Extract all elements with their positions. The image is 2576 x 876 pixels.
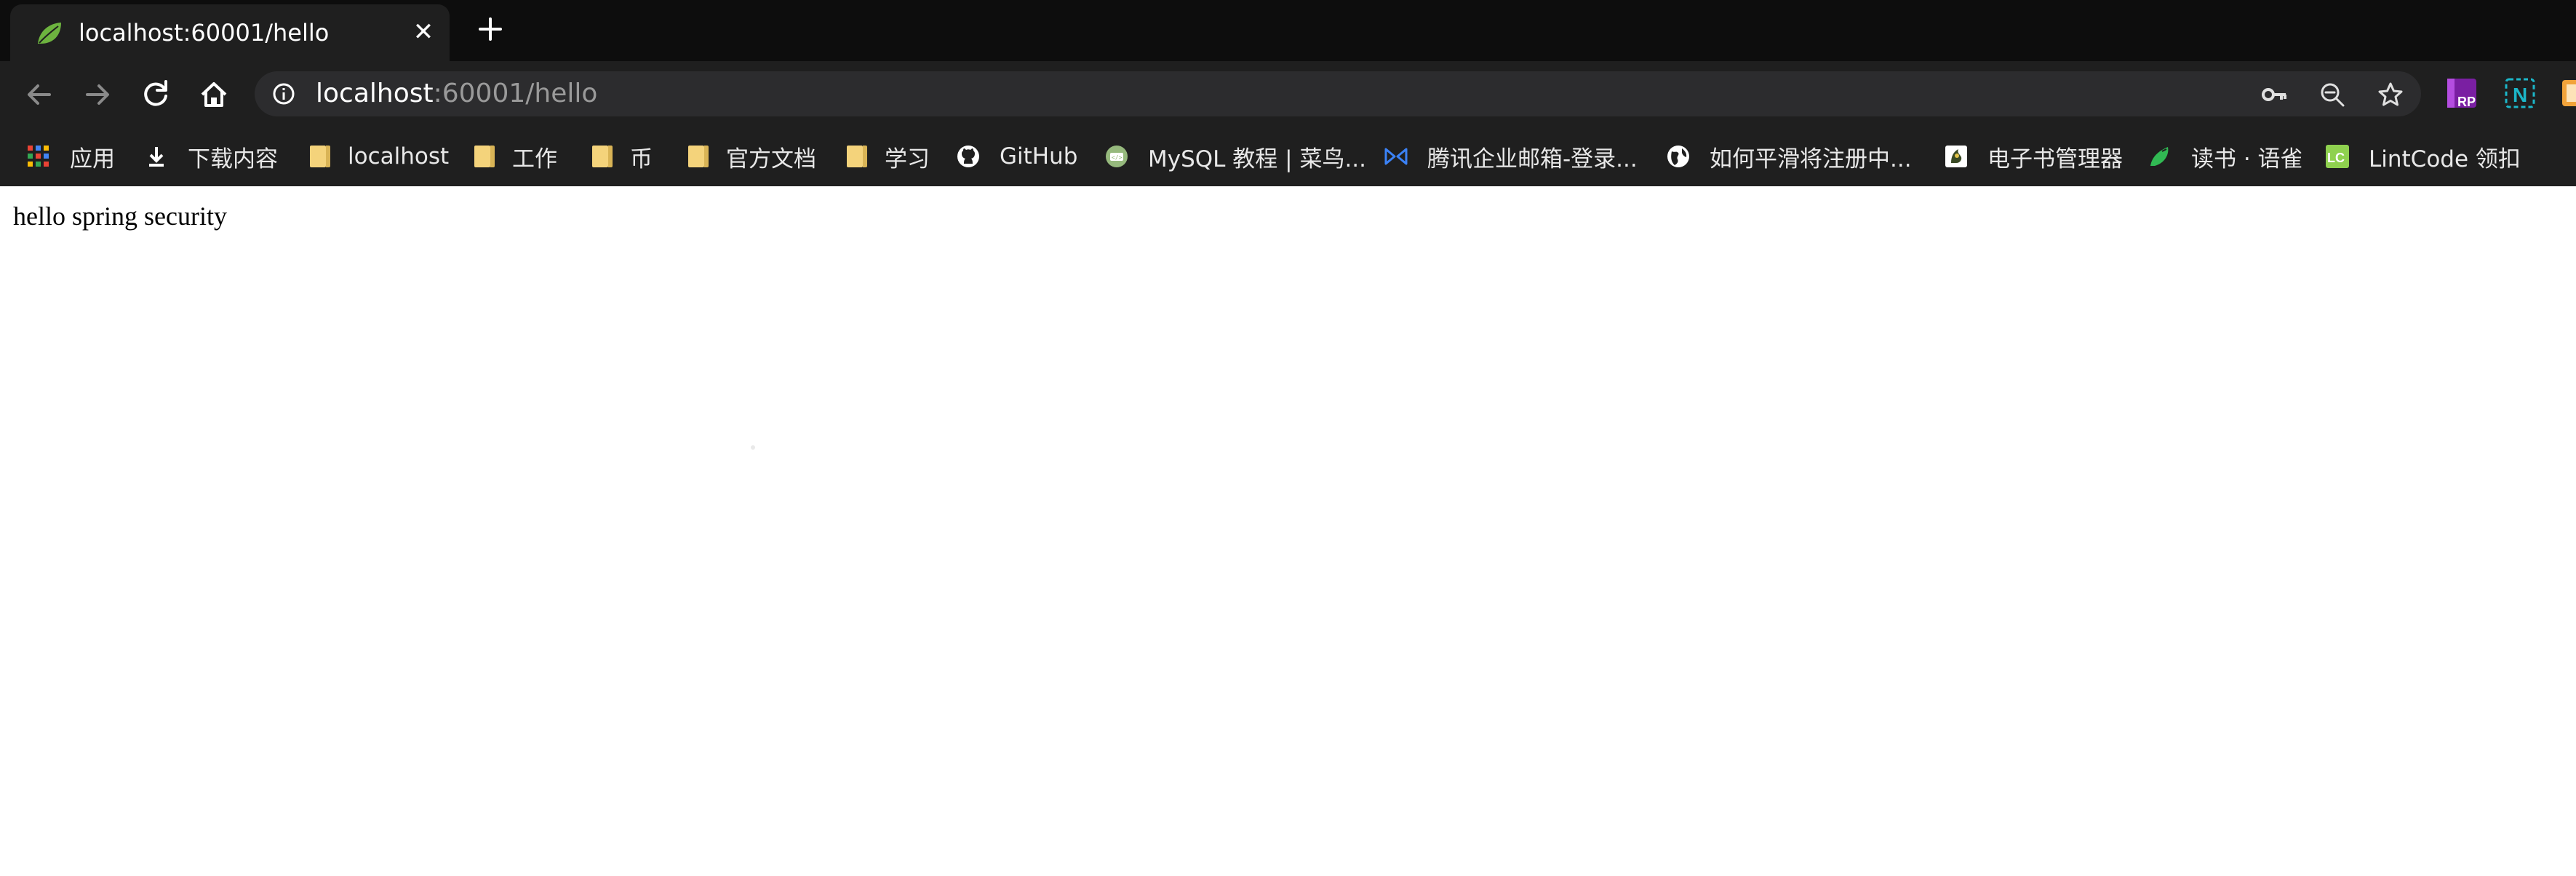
bookmark-folder-localhost[interactable]: localhost (306, 127, 449, 186)
info-icon[interactable] (272, 82, 295, 105)
tab-title: localhost:60001/hello (79, 19, 330, 47)
bookmark-label: 腾讯企业邮箱-登录... (1427, 146, 1638, 172)
tencent-mail-icon (1384, 148, 1408, 165)
bookmark-folder-coin[interactable]: 币 (588, 127, 653, 186)
browser-toolbar: localhost:60001/hello RP N (0, 61, 2576, 127)
runoob-icon: </> (1106, 146, 1128, 167)
bookmark-label: 学习 (885, 146, 930, 172)
spring-leaf-icon (38, 23, 61, 44)
bookmark-apps[interactable]: 应用 (26, 127, 115, 186)
bookmark-label: 应用 (70, 146, 115, 172)
bookmark-label: 下载内容 (188, 146, 278, 172)
bookmark-folder-work[interactable]: 工作 (470, 127, 557, 186)
star-icon[interactable] (2377, 81, 2404, 108)
zoom-out-icon[interactable] (2319, 81, 2345, 108)
bookmark-label: 电子书管理器 (1987, 146, 2123, 172)
url-path: :60001/hello (433, 79, 598, 108)
bookmark-registry-article[interactable]: 如何平滑将注册中... (1666, 127, 1912, 186)
tab-strip: localhost:60001/hello ✕ (0, 0, 2576, 61)
bookmark-yuque[interactable]: 读书 · 语雀 (2148, 127, 2303, 186)
svg-text:LC: LC (2327, 151, 2345, 165)
apps-grid-icon (28, 146, 49, 167)
bookmark-tencent-mail[interactable]: 腾讯企业邮箱-登录... (1384, 127, 1638, 186)
back-arrow-icon[interactable] (20, 76, 58, 114)
download-icon (149, 147, 164, 167)
bookmark-label: GitHub (1000, 143, 1078, 170)
ebook-icon (1945, 146, 1967, 167)
bookmark-label: 币 (630, 146, 653, 172)
bookmark-folder-study[interactable]: 学习 (842, 127, 930, 186)
bookmark-label: 如何平滑将注册中... (1710, 146, 1912, 172)
background-speck (751, 445, 755, 450)
active-tab[interactable]: localhost:60001/hello ✕ (10, 4, 450, 61)
bookmark-label: localhost (348, 143, 450, 170)
folder-icon (474, 146, 495, 167)
orange-extension-icon[interactable] (2561, 76, 2576, 111)
bookmark-label: 官方文档 (726, 146, 816, 172)
bookmark-label: LintCode 领扣 (2369, 146, 2521, 172)
page-content: hello spring security (0, 186, 2576, 876)
address-bar[interactable]: localhost:60001/hello (255, 71, 2421, 116)
rp-extension-icon[interactable]: RP (2444, 76, 2479, 111)
bookmark-downloads[interactable]: 下载内容 (144, 127, 278, 186)
folder-icon (847, 146, 867, 167)
svg-text:</>: </> (1112, 154, 1122, 161)
bookmark-label: MySQL 教程 | 菜鸟... (1148, 146, 1367, 172)
home-icon[interactable] (195, 76, 233, 114)
bookmark-github[interactable]: GitHub (956, 127, 1077, 186)
svg-text:N: N (2513, 84, 2527, 106)
github-icon (957, 146, 979, 167)
folder-icon (592, 146, 613, 167)
url-text[interactable]: localhost:60001/hello (316, 79, 597, 108)
globe-icon (1667, 146, 1689, 167)
bookmark-ebook-manager[interactable]: 电子书管理器 (1944, 127, 2123, 186)
bookmark-label: 读书 · 语雀 (2191, 146, 2303, 172)
plus-icon[interactable] (473, 12, 508, 47)
bookmark-label: 工作 (512, 146, 557, 172)
key-icon[interactable] (2261, 81, 2287, 108)
bookmark-folder-docs[interactable]: 官方文档 (684, 127, 816, 186)
bookmark-lintcode[interactable]: LC LintCode 领扣 (2325, 127, 2521, 186)
folder-icon (310, 146, 330, 167)
yuque-icon (2150, 147, 2169, 166)
folder-icon (688, 146, 709, 167)
svg-text:RP: RP (2457, 95, 2476, 109)
reload-icon[interactable] (137, 76, 175, 114)
bookmark-mysql-runoob[interactable]: </> MySQL 教程 | 菜鸟... (1104, 127, 1366, 186)
page-body-text: hello spring security (13, 202, 227, 231)
n-extension-icon[interactable]: N (2503, 76, 2537, 111)
close-tab-icon[interactable]: ✕ (410, 17, 436, 47)
url-host: localhost (316, 79, 434, 108)
bookmarks-bar: 应用 下载内容 localhost 工作 币 官方文档 学习 GitHub </… (0, 127, 2576, 187)
forward-arrow-icon[interactable] (79, 76, 116, 114)
lintcode-icon: LC (2326, 145, 2349, 168)
